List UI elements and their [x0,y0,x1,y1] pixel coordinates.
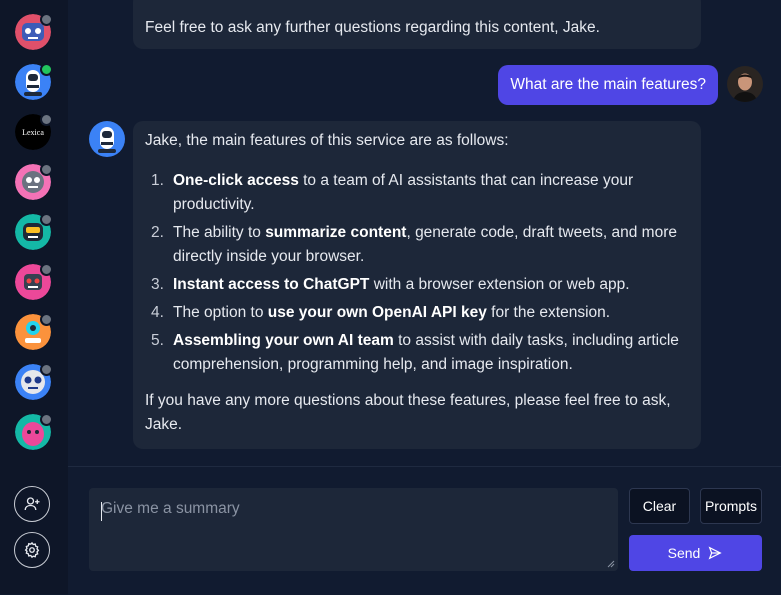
settings-button[interactable] [14,532,50,568]
send-icon [708,546,723,560]
feature-text: The option to [173,304,268,321]
feature-bold: One-click access [173,172,299,189]
list-number: 3. [151,276,164,293]
assistant-avatar-robot-blue[interactable] [15,363,53,400]
message-composer: Give me a summary Clear Prompts Send [68,466,781,595]
message-input-placeholder: Give me a summary [101,500,240,517]
list-number: 5. [151,332,164,349]
status-dot [40,213,53,226]
list-item: 2. The ability to summarize content, gen… [145,221,689,269]
user-avatar [727,66,763,102]
gear-icon [24,541,40,559]
text-caret [101,502,102,521]
bot-message: Feel free to ask any further questions r… [133,0,701,49]
prompts-button-label: Prompts [704,498,758,514]
add-user-button[interactable] [14,486,50,522]
list-number: 4. [151,304,164,321]
bot-message: Jake, the main features of this service … [133,121,701,449]
assistant-avatar-robot-red-blue[interactable] [15,13,53,50]
feature-text: for the extension. [486,304,611,321]
assistant-avatar-robot-green[interactable] [15,213,53,250]
add-user-icon [24,497,40,511]
bot-avatar-icon [89,121,125,157]
list-item: 3. Instant access to ChatGPT with a brow… [145,273,689,297]
bot-intro-text: Jake, the main features of this service … [145,132,509,149]
status-dot [40,263,53,276]
assistant-avatar-robot-pink-bug[interactable] [15,413,53,450]
status-dot [40,163,53,176]
user-message: What are the main features? [498,65,718,105]
feature-bold: Assembling your own AI team [173,332,394,349]
feature-bold: use your own OpenAI API key [267,304,487,321]
status-dot [40,13,53,26]
assistant-avatar-lexica[interactable]: Lexica [15,113,53,150]
resize-handle-icon[interactable] [607,560,615,568]
assistant-avatar-robot-astronaut[interactable] [15,63,53,100]
send-button-label: Send [667,545,701,561]
list-item: 4. The option to use your own OpenAI API… [145,301,689,325]
list-item: 1. One-click access to a team of AI assi… [145,169,689,217]
bot-outro-text: If you have any more questions about the… [145,392,671,433]
feature-text: with a browser extension or web app. [369,276,630,293]
user-photo-icon [727,66,763,102]
message-input[interactable]: Give me a summary [89,488,618,571]
status-dot [40,313,53,326]
list-number: 2. [151,224,164,241]
list-item: 5. Assembling your own AI team to assist… [145,329,689,377]
feature-text: The ability to [173,224,266,241]
status-dot [40,363,53,376]
prompts-button[interactable]: Prompts [700,488,762,524]
status-dot [40,113,53,126]
feature-bold: summarize content [265,224,407,241]
clear-button[interactable]: Clear [629,488,690,524]
send-button[interactable]: Send [629,535,762,571]
feature-bold: Instant access to ChatGPT [173,276,370,293]
assistant-sidebar: Lexica [0,0,68,594]
status-dot-online [40,63,53,76]
svg-text:Lexica: Lexica [22,128,44,137]
assistant-avatar-robot-orange[interactable] [15,313,53,350]
chat-panel: Feel free to ask any further questions r… [68,0,781,466]
status-dot [40,413,53,426]
bot-message-text: Feel free to ask any further questions r… [145,19,600,36]
assistant-avatar-robot-pink-gear[interactable] [15,163,53,200]
clear-button-label: Clear [642,498,677,514]
user-message-text: What are the main features? [510,76,706,93]
feature-list: 1. One-click access to a team of AI assi… [145,169,689,377]
assistant-avatar-robot-pink-red[interactable] [15,263,53,300]
list-number: 1. [151,172,164,189]
